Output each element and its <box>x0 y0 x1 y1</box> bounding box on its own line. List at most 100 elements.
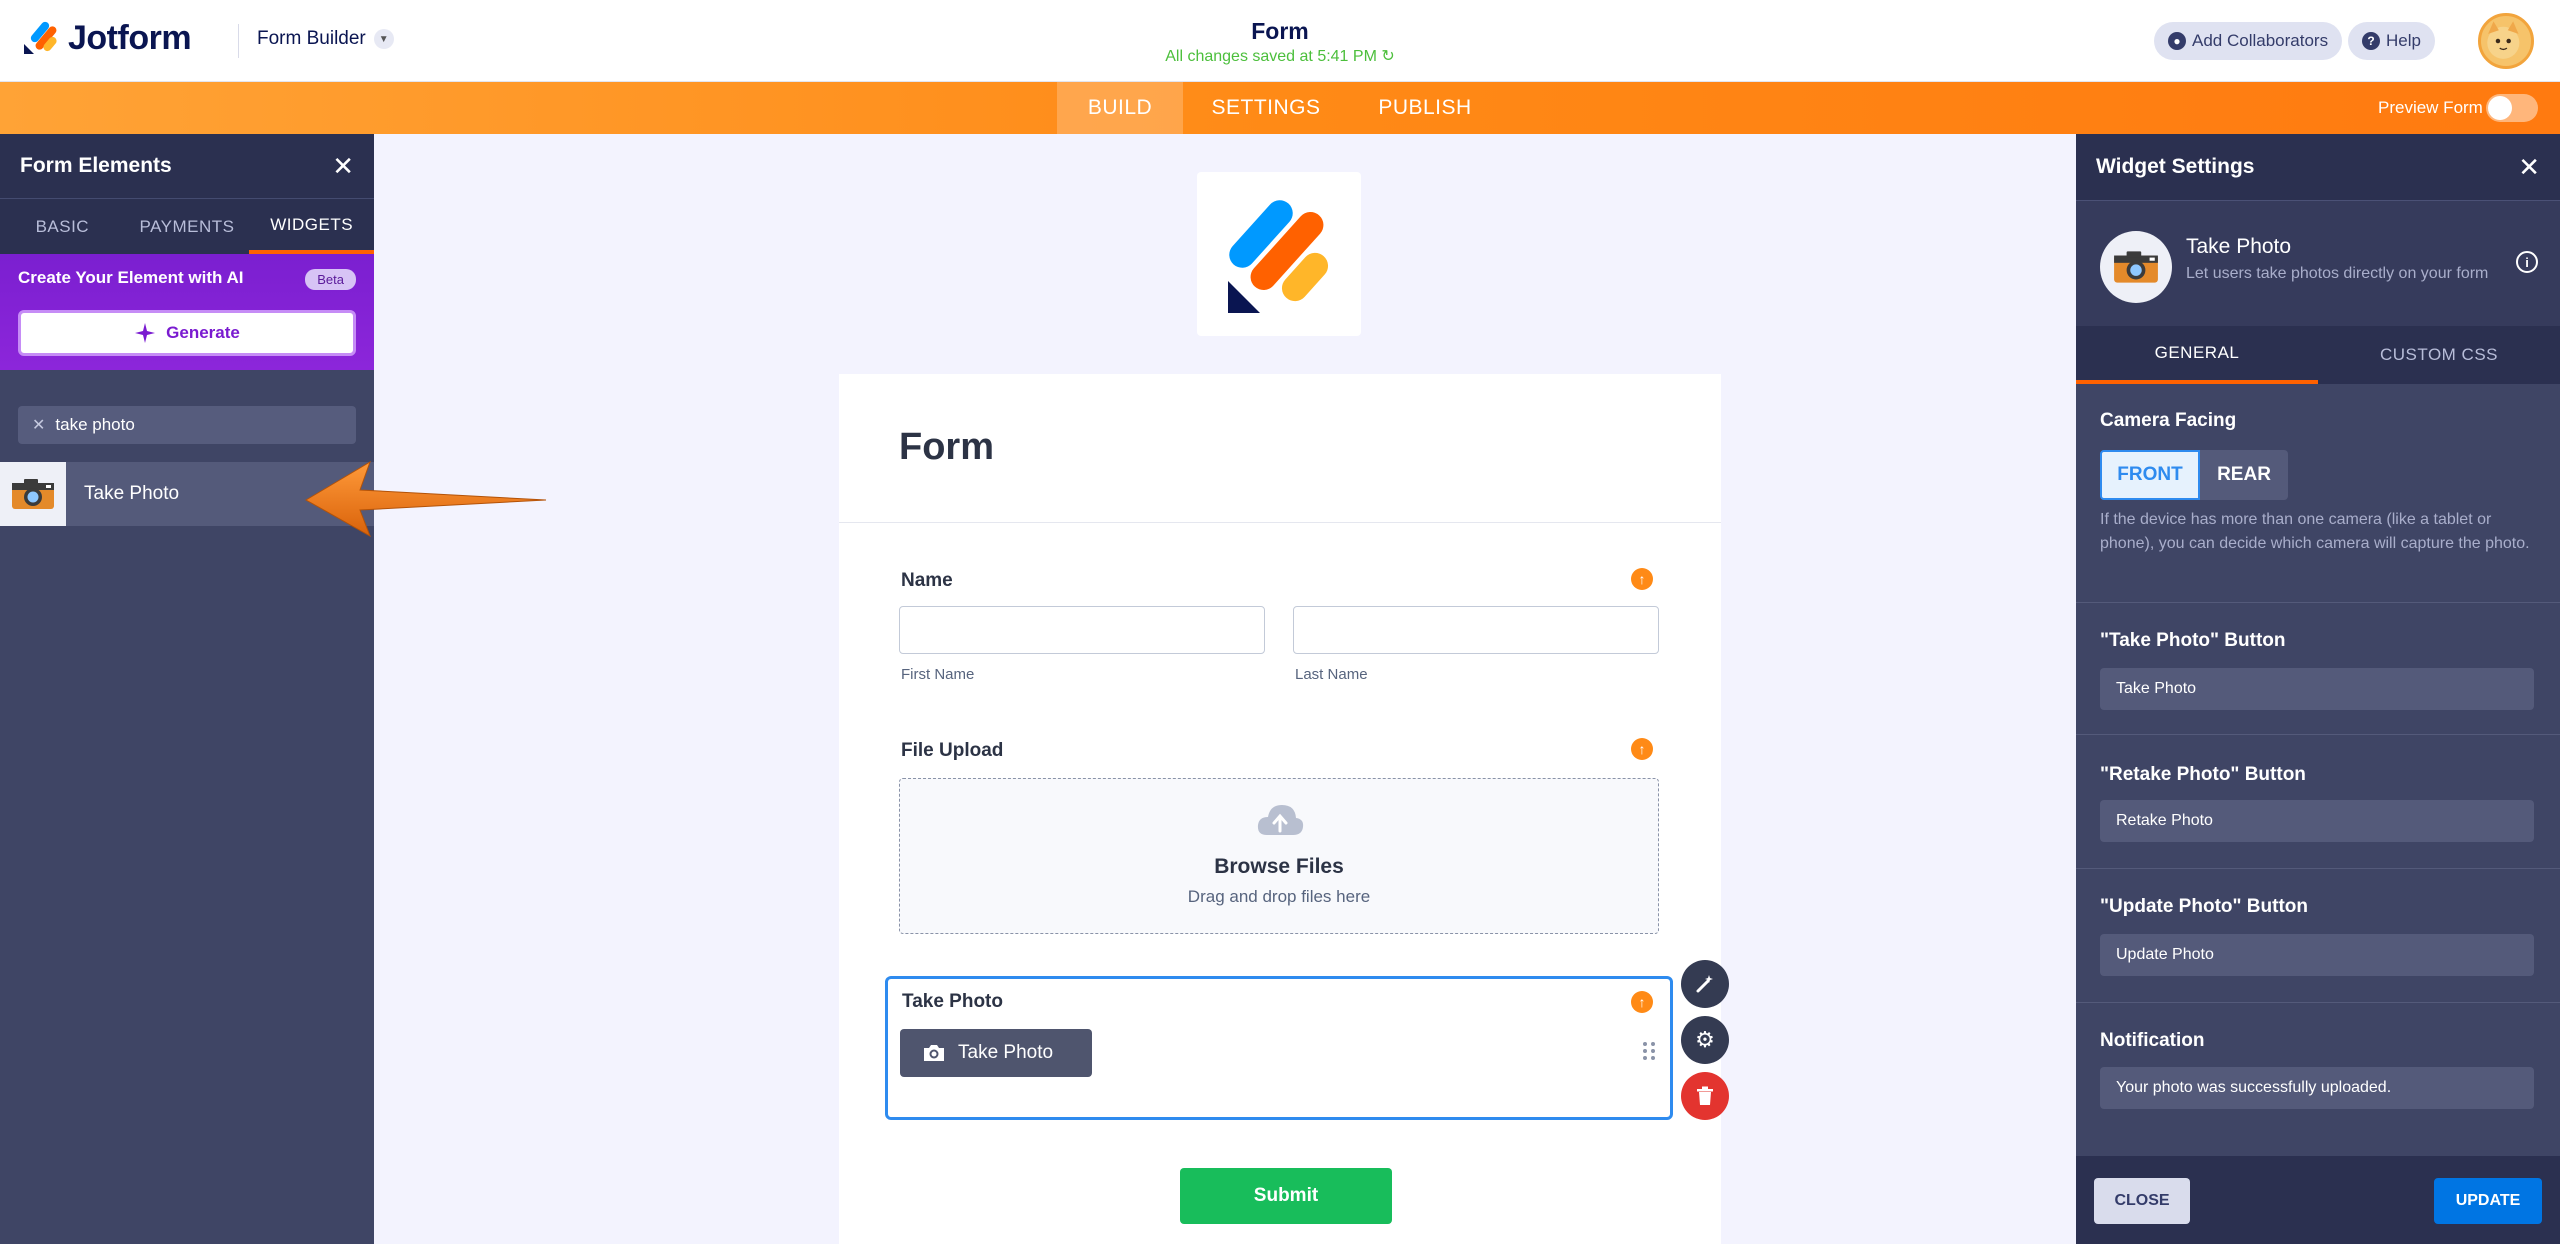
widget-description: Let users take photos directly on your f… <box>2186 265 2489 282</box>
builder-nav-bar: BUILD SETTINGS PUBLISH Preview Form <box>0 82 2560 134</box>
widget-search-input[interactable]: ✕ take photo <box>18 406 356 444</box>
form-card: Form Name ↑ First Name Last Name File Up… <box>839 374 1729 1244</box>
save-status-text: All changes saved at 5:41 PM <box>1165 48 1377 65</box>
take-photo-button[interactable]: Take Photo <box>900 1029 1092 1077</box>
jotform-logo[interactable]: Jotform <box>22 18 192 58</box>
first-name-sublabel: First Name <box>901 666 975 683</box>
file-upload-dropzone[interactable]: Browse Files Drag and drop files here <box>899 778 1659 934</box>
camera-rear-option[interactable]: REAR <box>2200 450 2288 500</box>
last-name-field[interactable] <box>1293 606 1659 654</box>
header-divider <box>238 24 239 58</box>
widget-settings-panel: Widget Settings ✕ Take Photo Let users t… <box>2076 134 2560 1244</box>
tab-build[interactable]: BUILD <box>1057 82 1183 134</box>
tab-general[interactable]: GENERAL <box>2076 326 2318 384</box>
beta-badge: Beta <box>305 269 356 290</box>
camera-front-option[interactable]: FRONT <box>2100 450 2200 500</box>
cloud-upload-icon <box>1257 805 1304 835</box>
help-button[interactable]: ? Help <box>2348 22 2435 60</box>
pointer-arrow-icon <box>305 460 547 538</box>
section-divider <box>2076 734 2560 735</box>
toggle-knob <box>2488 96 2512 120</box>
form-builder-dropdown[interactable]: Form Builder ▼ <box>257 28 394 50</box>
trash-glyph <box>1697 1086 1713 1105</box>
file-upload-label[interactable]: File Upload <box>901 740 1003 762</box>
widget-settings-title: Widget Settings <box>2096 155 2255 178</box>
arrow-up-icon[interactable]: ↑ <box>1631 991 1653 1013</box>
camera-icon <box>0 462 66 526</box>
take-photo-button-text-field[interactable]: Take Photo <box>2100 668 2534 710</box>
form-logo[interactable] <box>1197 172 1361 336</box>
chevron-down-icon: ▼ <box>373 29 394 49</box>
tab-basic[interactable]: BASIC <box>0 199 125 254</box>
take-photo-label[interactable]: Take Photo <box>902 991 1003 1013</box>
camera-widget-graphic <box>2114 251 2158 283</box>
notification-text-field[interactable]: Your photo was successfully uploaded. <box>2100 1067 2534 1109</box>
drag-handle-icon[interactable] <box>1642 1041 1656 1061</box>
retake-photo-button-text-field[interactable]: Retake Photo <box>2100 800 2534 842</box>
jotform-logo-icon <box>24 21 57 54</box>
drag-drop-text: Drag and drop files here <box>1187 887 1371 906</box>
preview-form-toggle[interactable] <box>2486 94 2538 122</box>
update-photo-button-text-field[interactable]: Update Photo <box>2100 934 2534 976</box>
close-icon[interactable]: ✕ <box>2518 154 2540 180</box>
form-elements-panel: Form Elements ✕ BASIC PAYMENTS WIDGETS C… <box>0 134 375 1244</box>
gear-icon[interactable]: ⚙ <box>1681 1016 1729 1064</box>
add-collaborators-button[interactable]: ● Add Collaborators <box>2154 22 2343 60</box>
user-icon: ● <box>2168 32 2186 50</box>
take-photo-button-label: Take Photo <box>958 1042 1054 1063</box>
generate-button[interactable]: Generate <box>18 310 356 356</box>
tab-payments[interactable]: PAYMENTS <box>125 199 250 254</box>
camera-facing-label: Camera Facing <box>2100 410 2237 431</box>
generate-label: Generate <box>166 323 240 342</box>
update-button[interactable]: UPDATE <box>2434 1178 2542 1224</box>
form-elements-header: Form Elements ✕ <box>0 134 374 198</box>
sparkle-icon <box>135 323 156 343</box>
jotform-form-logo-icon <box>1228 200 1329 313</box>
camera-facing-help: If the device has more than one camera (… <box>2100 511 2530 552</box>
first-name-field[interactable] <box>899 606 1265 654</box>
tab-custom-css[interactable]: CUSTOM CSS <box>2318 326 2560 384</box>
magic-wand-icon[interactable] <box>1681 960 1729 1008</box>
retake-photo-button-setting-label: "Retake Photo" Button <box>2100 764 2306 785</box>
section-divider <box>2076 602 2560 603</box>
tab-widgets[interactable]: WIDGETS <box>249 199 375 254</box>
submit-button[interactable]: Submit <box>1180 1168 1392 1224</box>
search-value: take photo <box>55 415 135 434</box>
take-photo-field[interactable]: Take Photo ↑ Take Photo <box>885 976 1673 1120</box>
widget-settings-header: Widget Settings ✕ <box>2076 134 2560 200</box>
arrow-up-icon[interactable]: ↑ <box>1631 568 1653 590</box>
avatar[interactable] <box>2478 13 2534 69</box>
section-divider <box>2076 1002 2560 1003</box>
tab-settings[interactable]: SETTINGS <box>1200 82 1332 134</box>
section-divider <box>2076 868 2560 869</box>
form-builder-label: Form Builder <box>257 28 366 49</box>
camera-icon <box>924 1045 944 1061</box>
refresh-icon: ↻ <box>1381 48 1395 65</box>
trash-icon[interactable] <box>1681 1072 1729 1120</box>
close-icon[interactable]: ✕ <box>332 153 354 179</box>
form-heading[interactable]: Form <box>899 426 994 469</box>
help-label: Help <box>2386 31 2421 50</box>
widget-settings-footer: CLOSE UPDATE <box>2076 1156 2560 1244</box>
brand-name: Jotform <box>68 18 192 57</box>
add-collaborators-label: Add Collaborators <box>2192 31 2329 50</box>
update-photo-button-setting-label: "Update Photo" Button <box>2100 896 2308 917</box>
form-heading-divider <box>839 522 1721 523</box>
tab-publish[interactable]: PUBLISH <box>1366 82 1484 134</box>
last-name-sublabel: Last Name <box>1295 666 1368 683</box>
widget-name: Take Photo <box>2186 235 2292 258</box>
widget-settings-tabs: GENERAL CUSTOM CSS <box>2076 326 2560 384</box>
name-label[interactable]: Name <box>901 570 953 592</box>
arrow-up-icon[interactable]: ↑ <box>1631 738 1653 760</box>
info-icon[interactable]: i <box>2516 251 2538 273</box>
preview-form-label: Preview Form <box>2378 98 2483 117</box>
notification-label: Notification <box>2100 1030 2205 1051</box>
widget-info: Take Photo Let users take photos directl… <box>2076 200 2560 326</box>
avatar-image <box>2487 21 2520 59</box>
clear-search-icon[interactable]: ✕ <box>32 415 45 435</box>
browse-files-text: Browse Files <box>1214 855 1344 878</box>
camera-icon <box>2100 231 2172 303</box>
close-button[interactable]: CLOSE <box>2094 1178 2190 1224</box>
magic-wand-glyph <box>1696 975 1713 993</box>
camera-thumb-graphic <box>12 479 54 509</box>
